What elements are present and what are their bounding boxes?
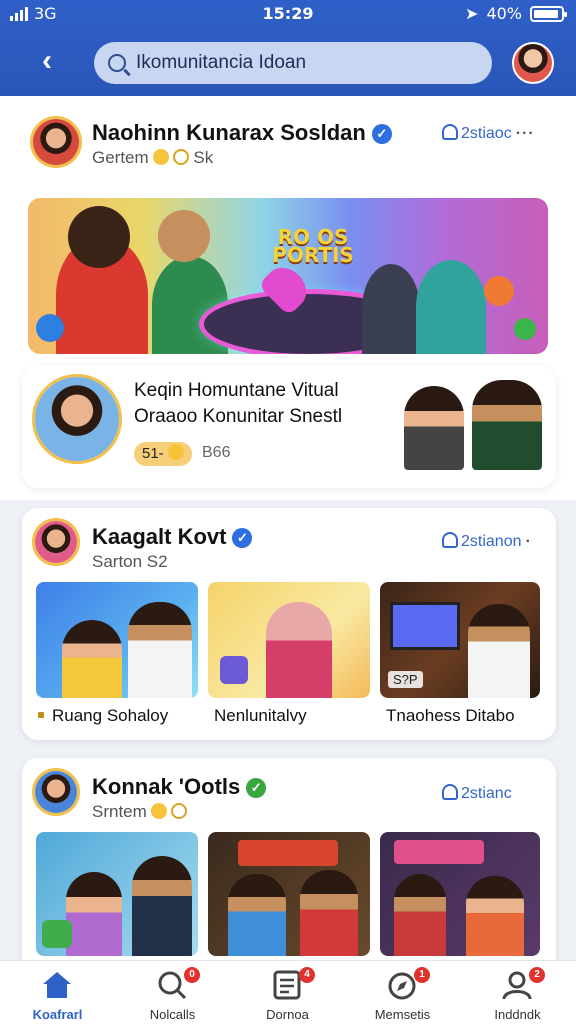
emoji-icon [170,803,187,819]
person-figure [466,876,524,956]
person-figure [300,870,358,956]
media-caption: Tnaohess Ditabo [386,706,515,725]
author-avatar[interactable] [32,518,80,566]
person-figure [62,620,122,698]
emoji-icon [167,444,184,460]
bubble-icon [484,276,514,306]
search-bar[interactable] [94,42,492,84]
sign-shape [394,840,484,864]
verified-icon: ✓ [246,778,267,798]
follow-button[interactable]: 2stiaoc ··· [442,124,535,143]
app-badge-icon [36,314,64,342]
person-figure [266,602,332,698]
member-count: B66 [202,444,231,461]
author-name[interactable]: Naohinn Kunarax Sosldan ✓ [92,120,392,146]
profile-avatar[interactable] [512,42,554,84]
emoji-icon [152,149,169,165]
person-figure [472,380,542,470]
media-thumbnail[interactable] [36,582,198,698]
author-avatar[interactable] [32,768,80,816]
back-button[interactable]: ‹ [30,44,64,78]
featured-title: Keqin Homuntane Vitual [134,380,339,401]
phone-icon [514,318,536,340]
top-app-bar: 3G 15:29 ➤ 40% ‹ [0,0,576,96]
search-input[interactable] [136,52,466,74]
emoji-icon [150,803,167,819]
person-head [68,206,130,268]
author-name[interactable]: Kaagalt Kovt ✓ [92,524,253,550]
more-icon[interactable]: · [526,533,532,550]
home-icon [43,972,71,998]
author-subtitle: Sarton S2 [92,552,168,571]
person-figure [362,264,420,354]
author-avatar[interactable] [30,116,82,168]
bell-icon [442,124,458,140]
app-icon [220,656,248,684]
author-subtitle: Srntem [92,802,187,822]
bell-icon [442,784,458,800]
post-banner-image[interactable]: RO OS PORTIS [28,198,548,354]
verified-icon: ✓ [232,528,253,548]
emoji-icon [172,149,189,165]
verified-icon: ✓ [371,124,392,144]
location-icon: ➤ [465,4,479,23]
monitor-shape [390,602,460,650]
person-figure [394,874,446,956]
media-thumbnail[interactable] [380,832,540,956]
person-figure [66,872,122,956]
media-caption: Nenlunitalvy [214,706,307,725]
featured-subtitle: Oraaoo Konunitar Snestl [134,406,343,427]
notification-badge: 2 [529,967,545,983]
media-thumbnail[interactable] [208,582,370,698]
nav-profile[interactable]: 2 Inddndk [460,961,575,1024]
notification-badge: 1 [414,967,430,983]
person-head [158,210,210,262]
author-subtitle: Gertem Sk [92,148,214,167]
follow-button[interactable]: 2stianon · [442,532,532,551]
more-icon[interactable]: ··· [516,125,535,142]
app-icon [42,920,72,948]
battery-icon [530,5,567,22]
person-figure [404,386,464,470]
featured-avatar[interactable] [32,374,122,464]
media-caption: Ruang Sohaloy [38,706,168,726]
bell-icon [442,532,458,548]
person-figure [228,874,286,956]
chevron-left-icon: ‹ [42,44,52,77]
banner-title: RO OS PORTIS [272,225,354,267]
search-icon [108,54,126,72]
sign-shape [238,840,338,866]
person-figure [128,602,192,698]
notification-badge: 4 [299,967,315,983]
media-thumbnail[interactable]: S?P [380,582,540,698]
media-tag: S?P [388,671,423,688]
media-thumbnail[interactable] [208,832,370,956]
notification-badge: 0 [184,967,200,983]
nav-feed[interactable]: 4 Dornoa [230,961,345,1024]
reaction-pill[interactable]: 51- [134,442,192,466]
follow-button[interactable]: 2stianc [442,784,512,803]
person-figure [132,856,192,956]
person-figure [416,260,486,354]
nav-explore[interactable]: 1 Memsetis [345,961,460,1024]
nav-search[interactable]: 0 Nolcalls [115,961,230,1024]
author-name[interactable]: Konnak 'Ootls ✓ [92,774,267,800]
person-figure [152,256,228,354]
status-icons: ➤ 40% [465,4,567,23]
bottom-navigation: Koafrarl 0 Nolcalls 4 Dornoa 1 Memsetis … [0,960,576,1024]
person-figure [468,604,530,698]
battery-percent: 40% [486,4,522,23]
status-bar: 3G 15:29 ➤ 40% [0,4,576,26]
nav-home[interactable]: Koafrarl [0,961,115,1024]
media-thumbnail[interactable] [36,832,198,956]
